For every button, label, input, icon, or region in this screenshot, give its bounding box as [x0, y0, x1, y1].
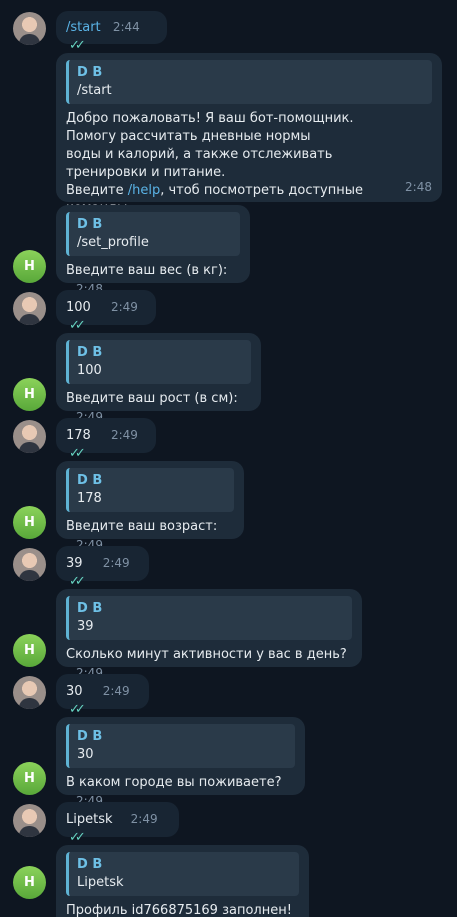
quote-text: 30: [77, 747, 94, 762]
read-ticks-icon: ✓✓: [69, 574, 86, 589]
message-text: Введите ваш возраст:: [66, 519, 218, 534]
message-bubble-bot[interactable]: D B 39 Сколько минут активности у вас в …: [56, 589, 362, 680]
reply-quote[interactable]: D B /set_profile: [66, 212, 240, 256]
message-bubble-bot[interactable]: D B Lipetsk Профиль id766875169 заполнен…: [56, 845, 309, 917]
message-bubble-bot[interactable]: D B 100 Введите ваш рост (в см): 2:49: [56, 333, 261, 424]
message-bubble-bot[interactable]: D B 178 Введите ваш возраст: 2:49: [56, 461, 244, 552]
message-bubble-bot[interactable]: D B /start Добро пожаловать! Я ваш бот-п…: [56, 53, 442, 216]
message-line: Добро пожаловать! Я ваш бот-помощник.: [66, 111, 354, 126]
reply-quote[interactable]: D B 178: [66, 468, 234, 512]
user-avatar[interactable]: [13, 292, 46, 325]
message-text: Профиль id766875169 заполнен!: [66, 903, 292, 917]
message-time: 2:49: [102, 684, 130, 698]
message-bubble-bot[interactable]: D B /set_profile Введите ваш вес (в кг):…: [56, 205, 250, 296]
reply-quote[interactable]: D B /start: [66, 60, 432, 104]
user-avatar[interactable]: [13, 804, 46, 837]
quote-author: D B: [77, 601, 103, 616]
help-command-link[interactable]: /help: [128, 183, 160, 198]
message-time: 2:49: [110, 300, 138, 314]
quote-text: 100: [77, 363, 102, 378]
reply-quote[interactable]: D B Lipetsk: [66, 852, 299, 896]
message-time: 2:49: [102, 556, 130, 570]
bot-avatar[interactable]: H: [13, 506, 46, 539]
message-text: 178: [66, 428, 91, 443]
quote-author: D B: [77, 217, 103, 232]
quote-author: D B: [77, 729, 103, 744]
reply-quote[interactable]: D B 39: [66, 596, 352, 640]
user-avatar[interactable]: [13, 548, 46, 581]
quote-author: D B: [77, 473, 103, 488]
quote-text: /set_profile: [77, 235, 149, 250]
read-ticks-icon: ✓✓: [69, 702, 86, 717]
message-bubble-user[interactable]: Lipetsk 2:49 ✓✓: [56, 802, 179, 845]
read-ticks-icon: ✓✓: [69, 446, 86, 461]
text-prefix: Введите: [66, 183, 128, 198]
message-line: Помогу рассчитать дневные нормы: [66, 129, 311, 144]
read-ticks-icon: ✓✓: [69, 318, 86, 333]
message-bubble-user[interactable]: 30 2:49 ✓✓: [56, 674, 149, 717]
read-ticks-icon: ✓✓: [69, 830, 86, 845]
reply-quote[interactable]: D B 30: [66, 724, 295, 768]
quote-text: /start: [77, 83, 112, 98]
message-bubble-user[interactable]: 178 2:49 ✓✓: [56, 418, 156, 461]
message-bubble-bot[interactable]: D B 30 В каком городе вы поживаете? 2:49: [56, 717, 305, 808]
message-line: тренировки и питание.: [66, 165, 226, 180]
quote-text: 178: [77, 491, 102, 506]
quote-text: 39: [77, 619, 94, 634]
bot-avatar[interactable]: H: [13, 762, 46, 795]
message-time: 2:49: [110, 428, 138, 442]
bot-avatar[interactable]: H: [13, 378, 46, 411]
user-avatar[interactable]: [13, 12, 46, 45]
user-avatar[interactable]: [13, 420, 46, 453]
read-ticks-icon: ✓✓: [69, 38, 86, 53]
message-text: Lipetsk: [66, 812, 113, 827]
message-text: /start: [66, 20, 101, 35]
message-text: Введите ваш вес (в кг):: [66, 263, 228, 278]
message-text: 30: [66, 684, 83, 699]
quote-author: D B: [77, 65, 103, 80]
message-time: 2:44: [112, 20, 140, 34]
message-bubble-user[interactable]: /start 2:44 ✓✓: [56, 11, 167, 53]
reply-quote[interactable]: D B 100: [66, 340, 251, 384]
message-bubble-user[interactable]: 39 2:49 ✓✓: [56, 546, 149, 589]
message-bubble-user[interactable]: 100 2:49 ✓✓: [56, 290, 156, 333]
message-text: 39: [66, 556, 83, 571]
bot-avatar[interactable]: H: [13, 866, 46, 899]
message-text: В каком городе вы поживаете?: [66, 775, 282, 790]
quote-author: D B: [77, 857, 103, 872]
quote-text: Lipetsk: [77, 875, 124, 890]
user-avatar[interactable]: [13, 676, 46, 709]
message-time: 2:48: [405, 180, 432, 194]
message-text: 100: [66, 300, 91, 315]
bot-avatar[interactable]: H: [13, 250, 46, 283]
message-text: Введите ваш рост (в см):: [66, 391, 238, 406]
quote-author: D B: [77, 345, 103, 360]
message-time: 2:49: [130, 812, 158, 826]
message-line: воды и калорий, а также отслеживать: [66, 147, 333, 162]
message-text: Сколько минут активности у вас в день?: [66, 647, 347, 662]
bot-avatar[interactable]: H: [13, 634, 46, 667]
